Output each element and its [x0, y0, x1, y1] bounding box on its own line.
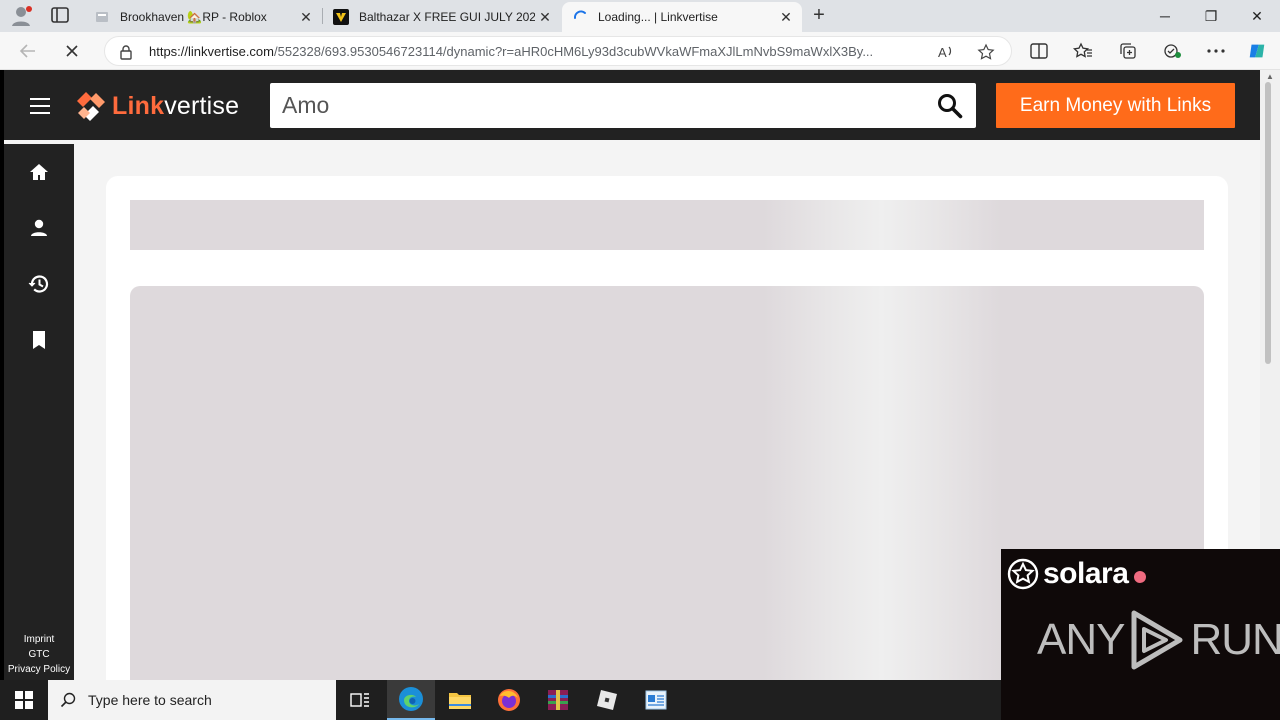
browser-toolbar: https://linkvertise.com/552328/693.95305… [0, 32, 1280, 70]
tab-linkvertise[interactable]: Loading... | Linkvertise ✕ [562, 2, 802, 32]
windows-start-icon[interactable] [0, 680, 48, 720]
history-icon[interactable] [27, 272, 51, 296]
stop-loading-icon[interactable] [60, 40, 84, 62]
logo-wordmark: Linkvertise [112, 92, 239, 121]
minimize-button[interactable]: ─ [1142, 0, 1188, 32]
browser-essentials-icon[interactable] [1162, 41, 1182, 61]
tab-actions-icon[interactable] [50, 6, 72, 26]
url-text[interactable]: https://linkvertise.com/552328/693.95305… [149, 44, 929, 59]
search-icon [48, 692, 88, 708]
close-tab-icon[interactable]: ✕ [776, 9, 796, 26]
linkvertise-logo-icon [77, 92, 105, 121]
anyrun-watermark: ANY RUN [1037, 609, 1280, 671]
more-menu-icon[interactable] [1206, 41, 1226, 61]
copilot-icon[interactable] [1247, 41, 1267, 61]
tab-brookhaven[interactable]: Brookhaven 🏡RP - Roblox ✕ [84, 2, 322, 32]
document-favicon-icon [94, 9, 110, 25]
tab-balthazar[interactable]: Balthazar X FREE GUI JULY 2024 | ... ✕ [323, 2, 561, 32]
read-aloud-icon[interactable]: A [937, 43, 955, 61]
site-header: Linkvertise Earn Money with Links [4, 70, 1260, 140]
roblox-icon[interactable] [583, 680, 631, 720]
file-explorer-icon[interactable] [436, 680, 484, 720]
loading-skeleton-bar [130, 200, 1204, 250]
side-footer-links: Imprint GTC Privacy Policy [4, 632, 74, 677]
status-dot [1134, 571, 1147, 583]
star-badge-icon [1007, 558, 1039, 590]
bookmark-icon[interactable] [27, 328, 51, 352]
task-view-icon[interactable] [336, 680, 384, 720]
tab-title: Brookhaven 🏡RP - Roblox [120, 10, 267, 24]
play-triangle-icon [1131, 610, 1183, 670]
split-screen-icon[interactable] [1029, 41, 1049, 61]
solara-name: solara [1043, 557, 1129, 590]
search-box [270, 83, 976, 128]
svg-text:A: A [938, 45, 947, 60]
taskbar-search-box[interactable]: Type here to search [48, 680, 336, 720]
edge-icon[interactable] [387, 680, 435, 720]
loading-spinner-icon [572, 9, 588, 25]
user-icon[interactable] [27, 216, 51, 240]
profile-avatar-icon[interactable] [10, 5, 34, 27]
firefox-icon[interactable] [485, 680, 533, 720]
solara-brand: solara [1007, 557, 1147, 591]
search-icon[interactable] [936, 92, 964, 120]
scroll-up-arrow-icon[interactable]: ▲ [1266, 72, 1274, 81]
logo-text-link: Link [112, 91, 165, 120]
collections-icon[interactable] [1118, 41, 1138, 61]
tab-title: Loading... | Linkvertise [598, 10, 718, 24]
back-arrow-icon[interactable] [16, 40, 40, 62]
restore-button[interactable]: ❐ [1188, 0, 1234, 32]
balthazar-favicon-icon [333, 9, 349, 25]
winrar-icon[interactable] [534, 680, 582, 720]
close-window-button[interactable]: ✕ [1234, 0, 1280, 32]
taskbar-search-placeholder: Type here to search [88, 692, 212, 708]
home-icon[interactable] [27, 160, 51, 184]
tab-title: Balthazar X FREE GUI JULY 2024 | ... [359, 10, 535, 24]
watermark-right: RUN [1190, 615, 1280, 664]
side-navigation: Imprint GTC Privacy Policy [4, 144, 74, 680]
close-tab-icon[interactable]: ✕ [535, 9, 555, 26]
lock-icon[interactable] [119, 44, 133, 60]
new-tab-plus-icon[interactable]: + [808, 4, 830, 26]
favorites-icon[interactable] [1073, 41, 1093, 61]
address-bar[interactable]: https://linkvertise.com/552328/693.95305… [104, 36, 1012, 66]
hamburger-menu-icon[interactable] [30, 98, 50, 114]
imprint-link[interactable]: Imprint [4, 632, 74, 647]
scroll-thumb[interactable] [1265, 82, 1271, 364]
watermark-left: ANY [1037, 615, 1125, 664]
solara-anyrun-overlay: solara ANY RUN [1001, 549, 1280, 720]
logo-text-vertise: vertise [164, 91, 240, 120]
earn-money-button[interactable]: Earn Money with Links [996, 83, 1235, 128]
gtc-link[interactable]: GTC [4, 647, 74, 662]
search-input[interactable] [270, 83, 920, 128]
browser-tab-strip: Brookhaven 🏡RP - Roblox ✕ Balthazar X FR… [0, 0, 1280, 32]
favorite-star-icon[interactable] [977, 43, 995, 61]
privacy-policy-link[interactable]: Privacy Policy [4, 662, 74, 677]
close-tab-icon[interactable]: ✕ [296, 9, 316, 26]
app-window-icon[interactable] [632, 680, 680, 720]
url-path: /552328/693.9530546723114/dynamic?r=aHR0… [274, 44, 874, 59]
url-host: https://linkvertise.com [149, 44, 274, 59]
linkvertise-logo[interactable]: Linkvertise [74, 89, 239, 123]
